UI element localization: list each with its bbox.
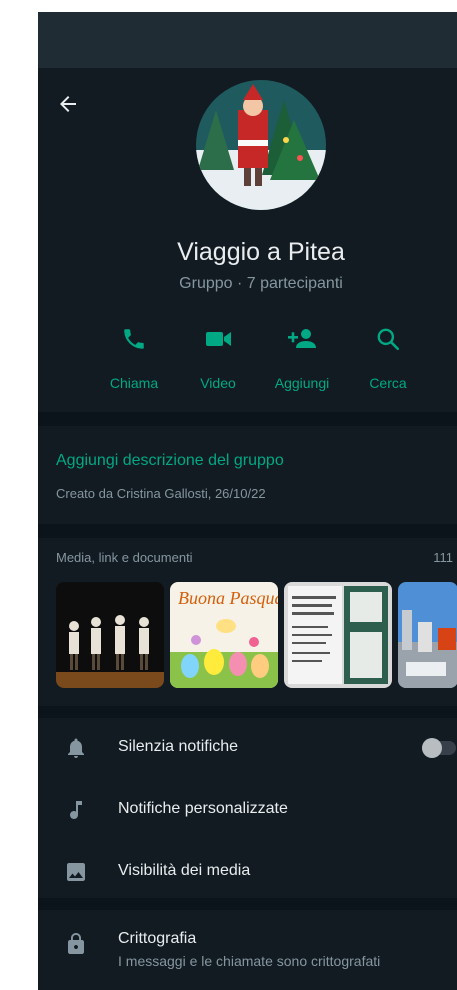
notification-settings: Silenzia notifiche Notifiche personalizz… [38, 718, 457, 904]
group-name: Viaggio a Pitea [177, 238, 345, 266]
easter-text: Buona Pasqua [178, 588, 278, 608]
phone-icon [124, 329, 144, 349]
description-section: Aggiungi descrizione del gruppo Creato d… [38, 426, 457, 524]
media-count[interactable]: 111 [433, 550, 453, 565]
thumbnail-image [284, 582, 392, 688]
media-section: Media, link e documenti 111 Buona Pasqua [38, 538, 457, 706]
video-label: Video [200, 375, 236, 391]
mute-label: Silenzia notifiche [118, 738, 239, 755]
add-label: Aggiungi [274, 375, 330, 391]
group-avatar[interactable] [196, 80, 326, 210]
search-icon [377, 328, 400, 351]
status-bar [38, 12, 457, 68]
video-action[interactable]: Video [178, 323, 258, 391]
avatar-image [196, 80, 326, 210]
image-icon [67, 863, 85, 881]
media-thumbnail[interactable] [284, 582, 392, 688]
thumbnail-image [398, 582, 457, 688]
media-title[interactable]: Media, link e documenti [56, 550, 193, 565]
custom-notifications-label: Notifiche personalizzate [118, 800, 288, 817]
section-divider [38, 524, 457, 538]
group-info-screen: Viaggio a Pitea Gruppo · 7 partecipanti … [38, 12, 457, 990]
media-thumbnail[interactable]: Buona Pasqua [170, 582, 278, 688]
media-visibility-row[interactable]: Visibilità dei media [38, 842, 457, 902]
add-participant-action[interactable]: Aggiungi [262, 323, 342, 391]
add-description-link[interactable]: Aggiungi descrizione del gruppo [56, 452, 284, 470]
lock-icon [68, 933, 84, 954]
thumbnail-image [56, 582, 164, 688]
search-action[interactable]: Cerca [348, 323, 428, 391]
back-button[interactable] [56, 92, 80, 116]
custom-notifications-row[interactable]: Notifiche personalizzate [38, 780, 457, 840]
call-label: Chiama [109, 375, 159, 391]
media-thumbnail[interactable] [56, 582, 164, 688]
encryption-title: Crittografia [118, 930, 197, 947]
video-icon [206, 332, 231, 346]
call-action[interactable]: Chiama [94, 323, 174, 391]
thumbnail-image: Buona Pasqua [170, 582, 278, 688]
add-person-icon [288, 329, 316, 348]
mute-notifications-row[interactable]: Silenzia notifiche [38, 718, 457, 778]
arrow-back-icon [60, 96, 76, 112]
section-divider [38, 706, 457, 718]
created-by-text: Creato da Cristina Gallosti, 26/10/22 [56, 486, 266, 501]
section-divider [38, 412, 457, 426]
encryption-description: I messaggi e le chiamate sono crittograf… [118, 953, 381, 969]
search-label: Cerca [369, 375, 407, 391]
group-participants-count: Gruppo · 7 partecipanti [179, 275, 343, 292]
toggle-knob [422, 738, 442, 758]
section-divider [38, 898, 457, 910]
media-visibility-label: Visibilità dei media [118, 862, 251, 879]
bell-icon [68, 738, 84, 758]
mute-toggle[interactable] [422, 738, 456, 758]
group-header: Viaggio a Pitea Gruppo · 7 partecipanti … [38, 68, 457, 412]
encryption-row[interactable]: Crittografia I messaggi e le chiamate so… [38, 910, 457, 990]
media-thumbnail[interactable] [398, 582, 457, 688]
music-note-icon [70, 801, 82, 819]
